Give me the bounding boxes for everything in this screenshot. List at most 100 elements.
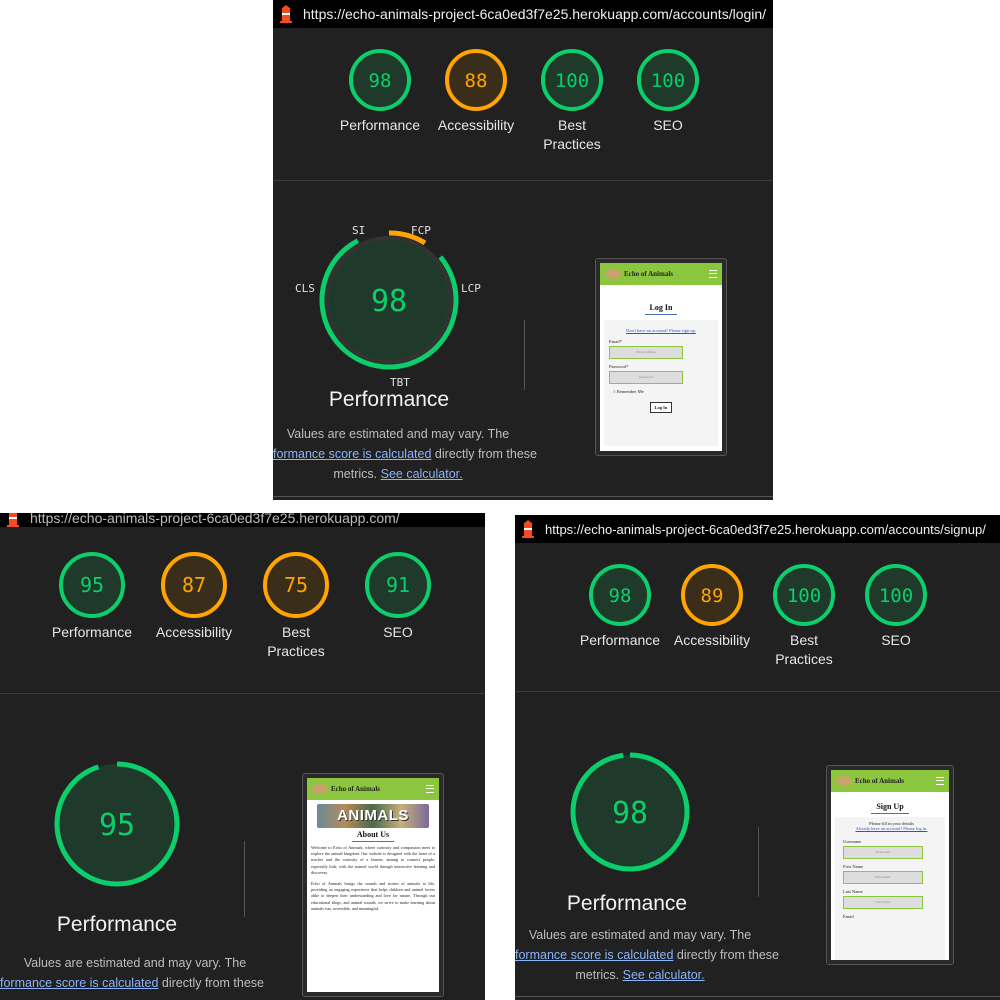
svg-text:100: 100 bbox=[651, 70, 685, 92]
preview-heading: Log In bbox=[600, 303, 722, 315]
metric-si-label: SI bbox=[352, 224, 366, 237]
svg-text:87: 87 bbox=[182, 573, 206, 597]
score-gauge: 98 bbox=[589, 564, 651, 626]
score-calculated-link[interactable]: formance score is calculated bbox=[273, 447, 431, 461]
preview-navbar: Echo of Animals bbox=[307, 778, 439, 800]
score-performance[interactable]: 95 Performance bbox=[46, 551, 138, 642]
report-panel-login: https://echo-animals-project-6ca0ed3f7e2… bbox=[273, 0, 773, 500]
score-gauge: 100 bbox=[865, 564, 927, 626]
svg-text:75: 75 bbox=[284, 573, 308, 597]
logo-icon bbox=[312, 784, 328, 794]
note-text: directly from these bbox=[158, 976, 264, 990]
score-best-practices[interactable]: 100 Best Practices bbox=[527, 48, 617, 154]
preview-form: Don't have an account? Please sign up. E… bbox=[604, 320, 718, 446]
score-label: Accessibility bbox=[437, 117, 515, 133]
score-gauge: 87 bbox=[161, 552, 227, 618]
vertical-divider bbox=[244, 841, 245, 917]
svg-text:88: 88 bbox=[465, 70, 488, 92]
preview-email-field: Email address bbox=[609, 346, 683, 359]
vertical-divider bbox=[758, 827, 759, 897]
score-label: SEO bbox=[881, 632, 911, 648]
score-performance[interactable]: 98 Performance bbox=[575, 563, 665, 650]
score-label: SEO bbox=[383, 624, 413, 640]
svg-text:91: 91 bbox=[386, 573, 410, 597]
remember-text: Remember Me bbox=[616, 389, 644, 394]
svg-text:89: 89 bbox=[701, 585, 724, 607]
score-best-practices[interactable]: 75 Best Practices bbox=[250, 551, 342, 661]
score-seo[interactable]: 100 SEO bbox=[623, 48, 713, 135]
score-label: Performance bbox=[339, 117, 421, 133]
preview-brand: Echo of Animals bbox=[605, 269, 673, 279]
note-line: Values are estimated and may vary. The bbox=[23, 956, 247, 970]
svg-text:100: 100 bbox=[787, 585, 821, 607]
score-accessibility[interactable]: 88 Accessibility bbox=[431, 48, 521, 135]
see-calculator-link[interactable]: See calculator. bbox=[381, 467, 463, 481]
metric-cls-label: CLS bbox=[295, 282, 315, 295]
svg-text:98: 98 bbox=[371, 284, 407, 319]
score-label: Best Practices bbox=[543, 117, 601, 152]
page-screenshot-preview[interactable]: Echo of Animals Sign Up Please fill in y… bbox=[826, 765, 954, 965]
report-panel-home: https://echo-animals-project-6ca0ed3f7e2… bbox=[0, 513, 485, 1000]
brand-text: Echo of Animals bbox=[624, 270, 674, 278]
score-seo[interactable]: 100 SEO bbox=[851, 563, 941, 650]
note-text: metrics. bbox=[333, 467, 381, 481]
performance-title: Performance bbox=[566, 892, 688, 915]
metric-lcp-label: LCP bbox=[461, 282, 481, 295]
preview-password-label: Password* bbox=[609, 364, 629, 369]
section-divider bbox=[515, 691, 1000, 692]
menu-icon bbox=[936, 777, 944, 785]
score-best-practices[interactable]: 100 Best Practices bbox=[759, 563, 849, 669]
svg-text:100: 100 bbox=[555, 70, 589, 92]
score-calculated-link[interactable]: formance score is calculated bbox=[515, 948, 673, 962]
score-performance[interactable]: 98 Performance bbox=[335, 48, 425, 135]
score-gauge: 100 bbox=[541, 49, 603, 111]
score-seo[interactable]: 91 SEO bbox=[352, 551, 444, 642]
brand-text: Echo of Animals bbox=[855, 777, 905, 785]
preview-lastname-field: Last Name bbox=[843, 896, 923, 909]
score-accessibility[interactable]: 87 Accessibility bbox=[148, 551, 240, 642]
preview-paragraph: Echo of Animals brings the sounds and st… bbox=[311, 881, 435, 911]
page-url[interactable]: https://echo-animals-project-6ca0ed3f7e2… bbox=[303, 6, 766, 22]
note-line: Values are estimated and may vary. The bbox=[286, 427, 510, 441]
score-calculated-link[interactable]: formance score is calculated bbox=[0, 976, 158, 990]
score-gauge: 89 bbox=[681, 564, 743, 626]
page-screenshot-preview[interactable]: Echo of Animals Log In Don't have an acc… bbox=[595, 258, 727, 456]
page-screenshot-preview[interactable]: Echo of Animals ANIMALS About Us Welcome… bbox=[302, 773, 444, 997]
preview-username-label: Username bbox=[843, 839, 862, 844]
note-line: metrics. See calculator. bbox=[515, 965, 765, 985]
vertical-divider bbox=[524, 320, 525, 390]
svg-text:100: 100 bbox=[879, 585, 913, 607]
score-accessibility[interactable]: 89 Accessibility bbox=[667, 563, 757, 650]
preview-login-button: Log In bbox=[649, 402, 673, 413]
preview-firstname-label: First Name bbox=[843, 864, 864, 869]
menu-icon bbox=[426, 785, 434, 793]
score-gauge: 100 bbox=[773, 564, 835, 626]
report-panel-signup: https://echo-animals-project-6ca0ed3f7e2… bbox=[515, 515, 1000, 1000]
preview-username-field: Username bbox=[843, 846, 923, 859]
preview-email-label: Email bbox=[843, 914, 854, 919]
lighthouse-icon bbox=[279, 5, 293, 23]
note-line: formance score is calculated directly fr… bbox=[515, 945, 779, 965]
section-divider bbox=[273, 180, 773, 181]
preview-heading: Sign Up bbox=[831, 802, 949, 814]
url-bar: https://echo-animals-project-6ca0ed3f7e2… bbox=[0, 513, 485, 527]
performance-title: Performance bbox=[56, 913, 178, 936]
estimate-note: Values are estimated and may vary. The f… bbox=[0, 953, 264, 993]
page-url[interactable]: https://echo-animals-project-6ca0ed3f7e2… bbox=[30, 513, 400, 526]
score-label: Accessibility bbox=[155, 624, 233, 640]
preview-signup-link: Don't have an account? Please sign up. bbox=[626, 328, 696, 333]
page-url[interactable]: https://echo-animals-project-6ca0ed3f7e2… bbox=[545, 522, 986, 537]
preview-password-field: Password bbox=[609, 371, 683, 384]
see-calculator-link[interactable]: See calculator. bbox=[623, 968, 705, 982]
estimate-note: Values are estimated and may vary. The f… bbox=[273, 424, 537, 484]
preview-brand: Echo of Animals bbox=[312, 784, 380, 794]
brand-text: Echo of Animals bbox=[331, 785, 381, 793]
logo-icon bbox=[605, 269, 621, 279]
note-line: metrics. See calculator. bbox=[273, 464, 523, 484]
preview-brand: Echo of Animals bbox=[836, 776, 904, 786]
score-label: Performance bbox=[51, 624, 133, 640]
score-gauge: 95 bbox=[59, 552, 125, 618]
score-label: SEO bbox=[653, 117, 683, 133]
score-gauge: 88 bbox=[445, 49, 507, 111]
preview-form: Please fill in your details Already have… bbox=[835, 817, 945, 960]
